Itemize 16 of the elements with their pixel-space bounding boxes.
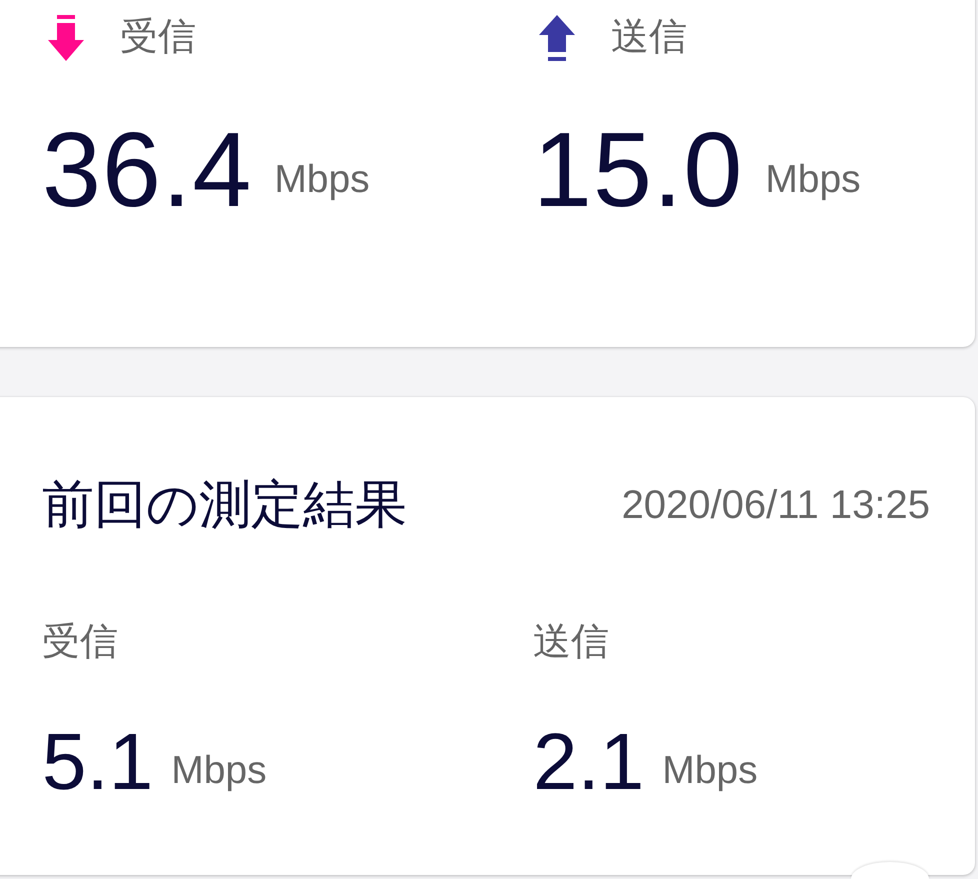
metric-label: 受信 (42, 621, 118, 664)
speed-value: 2.1 (533, 716, 644, 806)
metric-label: 受信 (120, 15, 196, 60)
down-arrow-icon (48, 15, 84, 61)
speed-value: 36.4 (42, 111, 252, 229)
up-arrow-icon (539, 15, 575, 61)
speed-value: 5.1 (42, 716, 154, 806)
unit-label: Mbps (171, 748, 267, 792)
unit-label: Mbps (662, 748, 758, 792)
section-title: 前回の測定結果 (42, 475, 407, 536)
speed-value: 15.0 (533, 111, 744, 229)
unit-label: Mbps (765, 158, 861, 201)
metric-label: 送信 (611, 15, 687, 60)
unit-label: Mbps (274, 158, 370, 201)
metric-label: 送信 (533, 621, 609, 664)
timestamp: 2020/06/11 13:25 (622, 482, 930, 530)
